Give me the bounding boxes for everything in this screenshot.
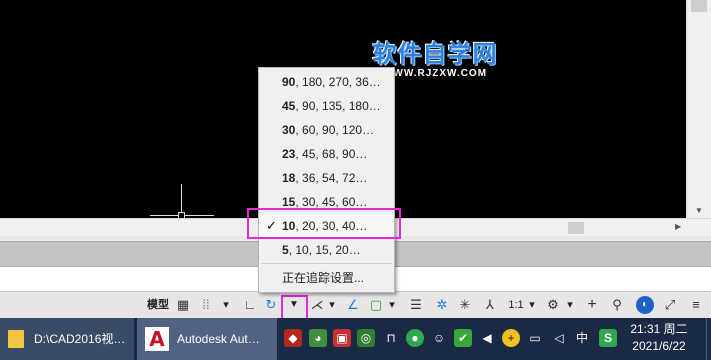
polar-angle-menu: 90, 180, 270, 36… 45, 90, 135, 180… 30, … xyxy=(258,67,395,293)
annotation-visibility-icon[interactable]: ✲ xyxy=(434,296,450,314)
osnap-dropdown-arrow-icon[interactable]: ▾ xyxy=(386,296,398,314)
isodraft-icon[interactable]: ⋌ xyxy=(309,296,325,314)
selected-item-highlight-box xyxy=(247,208,401,239)
clean-screen-icon[interactable]: ⤢ xyxy=(662,296,678,314)
windows-taskbar: D:\CAD2016视… A Autodesk Aut… ◆ ◕ ▣ ◎ ⊓ ●… xyxy=(0,318,711,360)
clock-date: 2021/6/22 xyxy=(632,339,686,353)
menu-item-angle[interactable]: 30, 60, 90, 120… xyxy=(259,118,394,142)
horizontal-scroll-thumb[interactable] xyxy=(568,222,584,234)
annotation-scale-icon[interactable]: ⅄ xyxy=(482,296,498,314)
speaker-icon[interactable]: ◀ xyxy=(478,329,496,347)
status-bar: 模型 ▦ ⁞⁞ ▾ ∟ ↻ ▼ ⋌ ▾ ∠ ▢ ▾ ☰ ✲ ✳ ⅄ 1:1 ▾ … xyxy=(0,291,711,318)
menu-item-angle[interactable]: 5, 10, 15, 20… xyxy=(259,238,394,262)
auto-scale-icon[interactable]: ✳ xyxy=(457,296,473,314)
scroll-right-arrow-icon[interactable]: ▶ xyxy=(675,222,681,231)
workspace-gear-icon[interactable]: ⚙ xyxy=(545,296,561,314)
menu-item-angle[interactable]: 45, 90, 135, 180… xyxy=(259,94,394,118)
network-icon[interactable]: ▭ xyxy=(526,329,544,347)
tracking-settings-menu-item[interactable]: 正在追踪设置... xyxy=(259,266,394,290)
vertical-scroll-thumb[interactable] xyxy=(691,0,707,12)
lineweight-icon[interactable]: ☰ xyxy=(408,296,424,314)
menu-item-angle[interactable]: 18, 36, 54, 72… xyxy=(259,166,394,190)
system-clock[interactable]: 21:31 周二 2021/6/22 xyxy=(630,321,688,355)
isodraft-dropdown-arrow-icon[interactable]: ▾ xyxy=(326,296,338,314)
isolate-objects-icon[interactable]: ⚲ xyxy=(609,296,625,314)
ime-mode-indicator[interactable]: 中 xyxy=(573,329,591,347)
snap-icon[interactable]: ⁞⁞ xyxy=(198,296,214,314)
shield-icon[interactable]: ✔ xyxy=(454,329,472,347)
annotation-scale-value[interactable]: 1:1 xyxy=(506,296,526,314)
taskbar-autocad-window[interactable]: A Autodesk Aut… xyxy=(137,318,277,360)
usb-icon[interactable]: ⊓ xyxy=(382,329,400,347)
tray-app-icon[interactable]: ◆ xyxy=(284,329,302,347)
vertical-scrollbar[interactable]: ▼ xyxy=(686,0,711,218)
autocad-window-title: Autodesk Aut… xyxy=(177,332,260,346)
wechat-icon[interactable]: ◎ xyxy=(357,329,375,347)
autocad-logo-icon: A xyxy=(145,327,169,351)
ortho-icon[interactable]: ∟ xyxy=(242,296,258,314)
qq-icon[interactable]: ☺ xyxy=(430,329,448,347)
tray-paint-icon[interactable]: ◕ xyxy=(309,329,327,347)
workspace-dropdown-arrow-icon[interactable]: ▾ xyxy=(564,296,576,314)
snap-dropdown-arrow-icon[interactable]: ▾ xyxy=(220,296,232,314)
show-desktop-button[interactable] xyxy=(706,318,711,360)
menu-item-angle[interactable]: 23, 45, 68, 90… xyxy=(259,142,394,166)
tray-box-icon[interactable]: ▣ xyxy=(333,329,351,347)
object-snap-tracking-icon[interactable]: ∠ xyxy=(345,296,361,314)
watermark-title: 软件自学网 xyxy=(372,40,498,68)
object-snap-icon[interactable]: ▢ xyxy=(368,296,384,314)
customize-icon[interactable]: ≡ xyxy=(688,296,704,314)
scroll-down-arrow-icon[interactable]: ▼ xyxy=(693,206,705,216)
volume-icon[interactable]: ◁ xyxy=(550,329,568,347)
folder-icon xyxy=(8,330,24,348)
plus-icon[interactable]: + xyxy=(584,296,600,314)
taskbar-folder-window[interactable]: D:\CAD2016视… xyxy=(0,318,134,360)
menu-item-angle[interactable]: 90, 180, 270, 36… xyxy=(259,70,394,94)
hardware-acceleration-icon[interactable]: ◐ xyxy=(636,296,654,314)
tray-yellow-icon[interactable]: + xyxy=(502,329,520,347)
clock-time: 21:31 周二 xyxy=(630,322,688,336)
grid-icon[interactable]: ▦ xyxy=(175,296,191,314)
menu-separator xyxy=(261,263,392,264)
folder-window-title: D:\CAD2016视… xyxy=(34,332,126,346)
sogou-ime-icon[interactable]: S xyxy=(599,329,617,347)
model-space-button[interactable]: 模型 xyxy=(144,296,172,314)
polar-tracking-icon[interactable]: ↻ xyxy=(263,296,279,314)
tray-green-icon[interactable]: ● xyxy=(406,329,424,347)
scale-dropdown-arrow-icon[interactable]: ▾ xyxy=(526,296,538,314)
